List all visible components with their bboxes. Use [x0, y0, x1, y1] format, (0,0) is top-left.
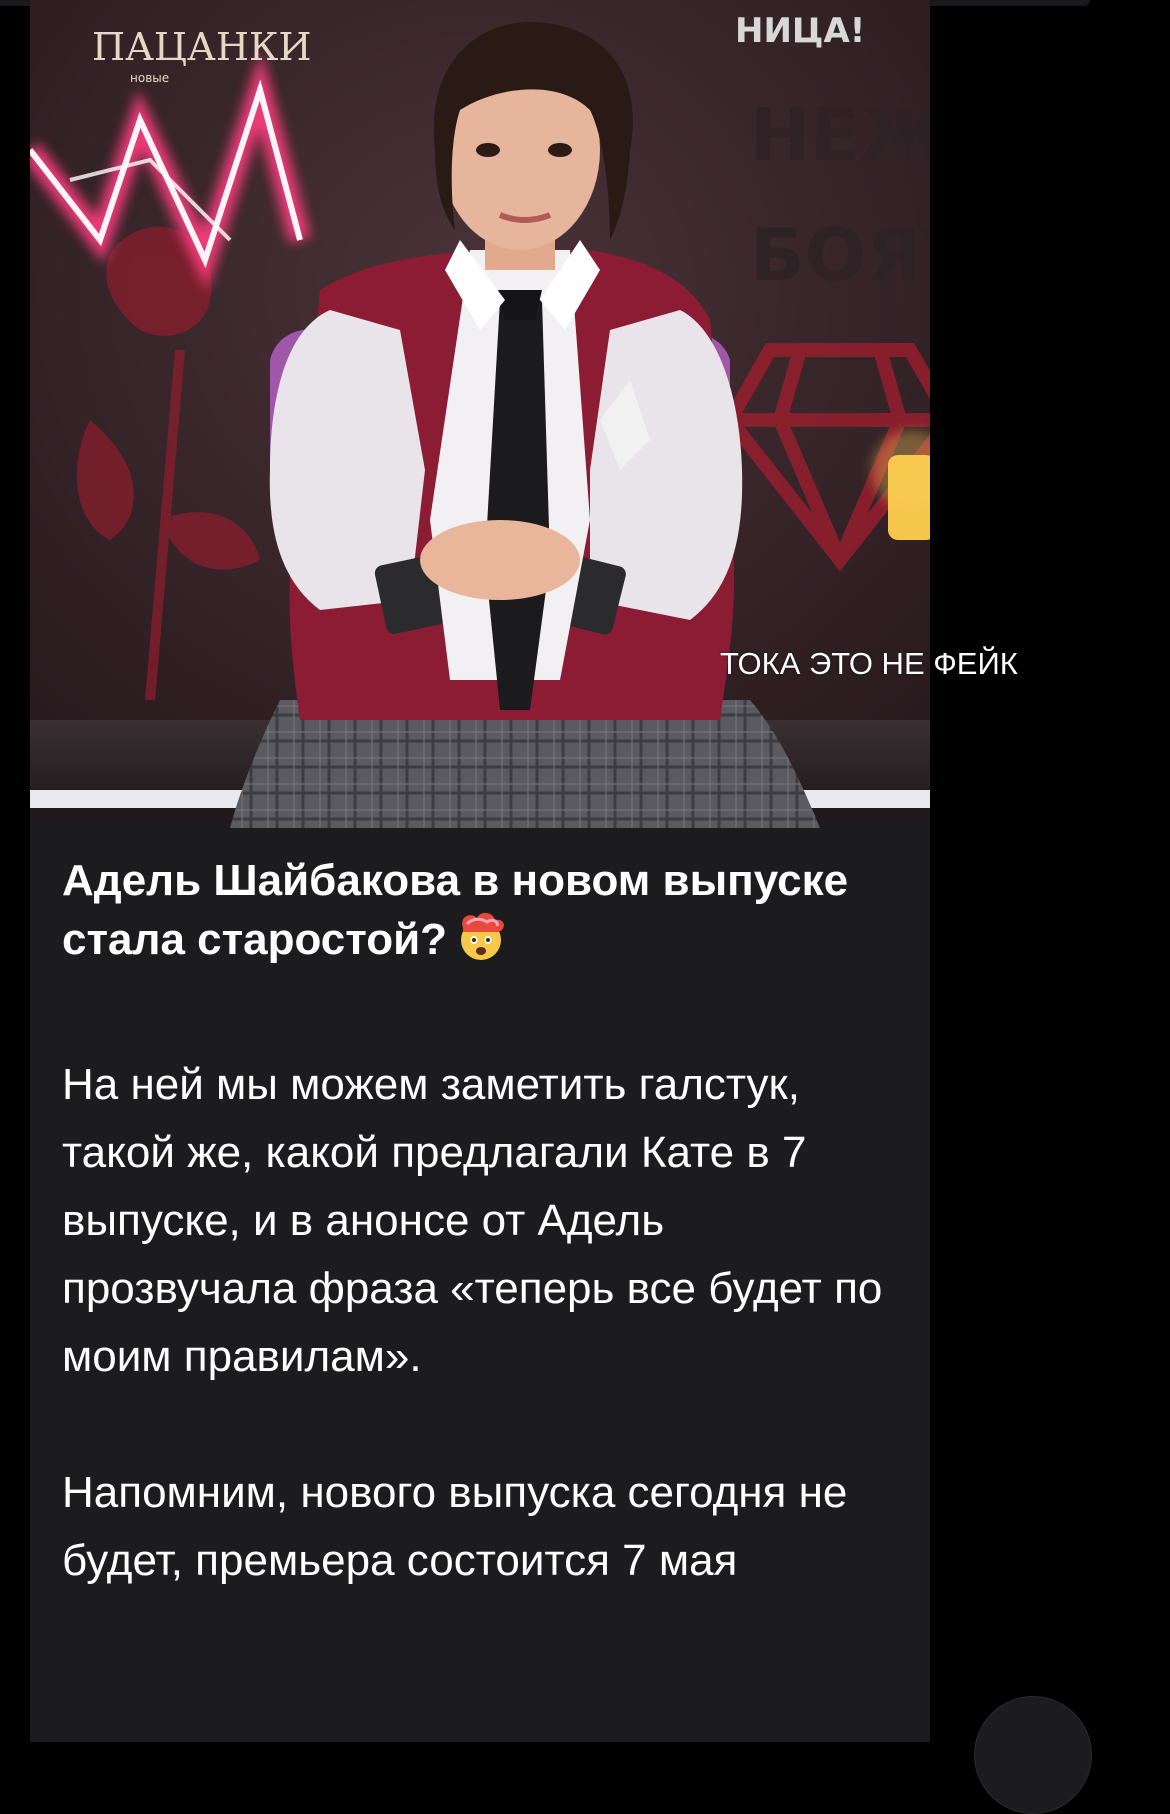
post-paragraph-1: На ней мы можем заметить галстук, такой … — [62, 1060, 883, 1381]
post-title: Адель Шайбакова в новом выпуске стала ст… — [62, 852, 902, 969]
channel-post[interactable]: НЕЖ БОЯТ НИЦА! ПАЦАНКИ новые — [30, 0, 930, 1742]
post-body: Адель Шайбакова в новом выпуске стала ст… — [62, 852, 902, 1595]
wall-text-2: БОЯТ — [750, 213, 930, 297]
scroll-down-button[interactable] — [974, 1696, 1092, 1814]
exploding-head-icon — [453, 910, 509, 962]
post-paragraph-2: Напомним, нового выпуска сегодня не буде… — [62, 1468, 848, 1585]
post-photo[interactable]: НЕЖ БОЯТ НИЦА! ПАЦАНКИ новые — [30, 0, 930, 828]
overlay-caption: ТОКА ЭТО НЕ ФЕЙК — [720, 646, 1018, 681]
wall-text-1: НЕЖ — [750, 93, 930, 177]
show-logo-text: ПАЦАНКИ — [92, 25, 312, 69]
show-logo-sub: новые — [130, 71, 169, 85]
banner-text: НИЦА! — [735, 11, 865, 51]
